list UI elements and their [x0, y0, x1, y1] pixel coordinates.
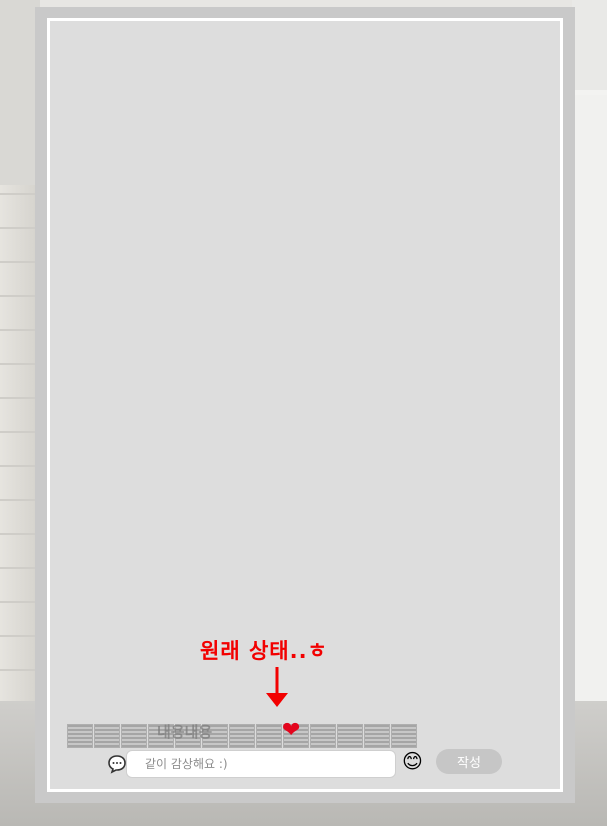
annotation-label: 원래 상태..ㅎ — [200, 639, 328, 663]
artwork-frame: 원래 상태..ㅎ 내용내용 ❤ 같이 감상해요:) 😊 작성 — [35, 7, 575, 803]
comment-input[interactable] — [126, 750, 396, 778]
stamp-tile — [391, 724, 417, 748]
stamp-tile — [310, 724, 336, 748]
stamp-tile — [364, 724, 390, 748]
stamp-tile — [229, 724, 255, 748]
down-arrow-icon — [266, 667, 288, 707]
stamp-tile — [67, 724, 93, 748]
submit-button[interactable]: 작성 — [436, 749, 502, 774]
stamp-tile — [337, 724, 363, 748]
stamp-tile — [121, 724, 147, 748]
chat-bubble-icon — [108, 755, 126, 774]
memo-handwritten-text: 내용내용 — [157, 723, 213, 741]
background-brick-wall — [0, 185, 40, 705]
background-right-post — [574, 95, 607, 715]
stamp-pattern-row — [67, 724, 418, 750]
smiley-emoji-icon[interactable]: 😊 — [402, 749, 423, 773]
heart-icon[interactable]: ❤ — [282, 718, 300, 743]
stamp-tile — [94, 724, 120, 748]
stamp-tile — [256, 724, 282, 748]
artwork-panel: 원래 상태..ㅎ 내용내용 ❤ 같이 감상해요:) 😊 작성 — [47, 18, 563, 792]
